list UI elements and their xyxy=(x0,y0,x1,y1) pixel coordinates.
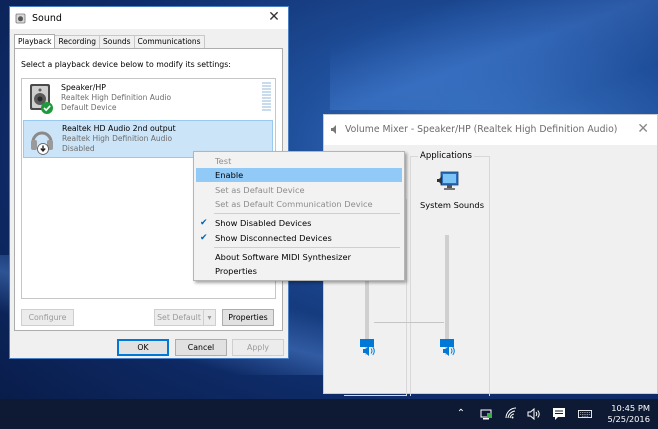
menu-separator xyxy=(214,213,400,214)
sound-dialog-title: Sound xyxy=(32,12,62,24)
default-check-icon xyxy=(41,102,53,114)
tab-playback[interactable]: Playback xyxy=(14,34,56,48)
sound-titlebar[interactable]: Sound ✕ xyxy=(10,7,288,29)
volume-link-line xyxy=(374,322,444,323)
menu-separator xyxy=(214,247,400,248)
headphones-icon xyxy=(31,131,53,155)
device-mute-button[interactable] xyxy=(362,345,376,357)
checkmark-icon: ✔ xyxy=(200,218,208,228)
system-sounds-label: System Sounds xyxy=(420,200,485,210)
menu-item-about-midi-synth[interactable]: About Software MIDI Synthesizer xyxy=(196,250,402,264)
cancel-button[interactable]: Cancel xyxy=(175,339,227,356)
properties-button[interactable]: Properties xyxy=(222,309,274,326)
wallpaper-streak xyxy=(330,0,658,110)
set-default-dropdown[interactable]: ▾ xyxy=(203,309,216,326)
ok-button[interactable]: OK xyxy=(117,339,169,356)
close-icon[interactable]: ✕ xyxy=(266,9,282,25)
wifi-icon[interactable] xyxy=(504,407,518,421)
network-monitor-icon[interactable] xyxy=(480,407,494,421)
mixer-titlebar[interactable]: Volume Mixer - Speaker/HP (Realtek High … xyxy=(324,115,657,145)
speaker-small-icon xyxy=(331,125,336,134)
tab-sounds[interactable]: Sounds xyxy=(98,35,135,48)
menu-item-show-disabled-devices[interactable]: ✔ Show Disabled Devices xyxy=(196,216,402,230)
menu-item-test[interactable]: Test xyxy=(196,154,402,168)
system-sounds-icon[interactable] xyxy=(436,170,462,194)
system-sounds-mute-button[interactable] xyxy=(442,345,456,357)
instructions-text: Select a playback device below to modify… xyxy=(21,60,231,69)
device-status: Default Device xyxy=(61,103,117,112)
keyboard-icon[interactable] xyxy=(578,407,592,421)
menu-item-enable[interactable]: Enable xyxy=(196,168,402,182)
volume-level-meter xyxy=(262,82,271,112)
device-driver: Realtek High Definition Audio xyxy=(61,93,172,102)
menu-item-show-disconnected-devices[interactable]: ✔ Show Disconnected Devices xyxy=(196,231,402,245)
clock-time: 10:45 PM xyxy=(611,403,650,413)
disabled-arrow-icon xyxy=(37,143,49,155)
device-name: Realtek HD Audio 2nd output xyxy=(62,124,176,133)
menu-item-set-default-communication-device[interactable]: Set as Default Communication Device xyxy=(196,197,402,211)
clock-date: 5/25/2016 xyxy=(607,414,650,424)
taskbar: ⌃ 10:45 PM 5/25/2016 xyxy=(0,399,658,429)
menu-item-label: Show Disabled Devices xyxy=(215,218,312,228)
close-icon[interactable]: ✕ xyxy=(637,121,649,137)
volume-icon[interactable] xyxy=(527,407,541,421)
configure-button[interactable]: Configure xyxy=(21,309,74,326)
menu-item-properties[interactable]: Properties xyxy=(196,264,402,278)
taskbar-clock[interactable]: 10:45 PM 5/25/2016 xyxy=(607,403,650,425)
set-default-button[interactable]: Set Default xyxy=(154,309,204,326)
device-name: Speaker/HP xyxy=(61,83,106,92)
speaker-icon xyxy=(30,84,53,114)
device-context-menu: Test Enable Set as Default Device Set as… xyxy=(193,151,405,281)
tab-communications[interactable]: Communications xyxy=(133,35,205,48)
mixer-title: Volume Mixer - Speaker/HP (Realtek High … xyxy=(345,124,618,135)
device-status: Disabled xyxy=(62,144,95,153)
tab-recording[interactable]: Recording xyxy=(54,35,100,48)
applications-label: Applications xyxy=(418,151,474,161)
action-center-icon[interactable] xyxy=(552,407,566,421)
device-item-speaker-hp[interactable]: Speaker/HP Realtek High Definition Audio… xyxy=(23,80,273,118)
system-sounds-volume-track[interactable] xyxy=(445,235,449,355)
sound-app-icon xyxy=(15,13,26,23)
apply-button[interactable]: Apply xyxy=(232,339,284,356)
device-driver: Realtek High Definition Audio xyxy=(62,134,173,143)
menu-item-set-default-device[interactable]: Set as Default Device xyxy=(196,183,402,197)
tab-strip: Playback Recording Sounds Communications xyxy=(14,34,205,48)
checkmark-icon: ✔ xyxy=(200,233,208,243)
chevron-down-icon: ▾ xyxy=(207,313,212,322)
menu-item-label: Show Disconnected Devices xyxy=(215,233,332,243)
show-hidden-icons-chevron[interactable]: ⌃ xyxy=(454,407,468,421)
